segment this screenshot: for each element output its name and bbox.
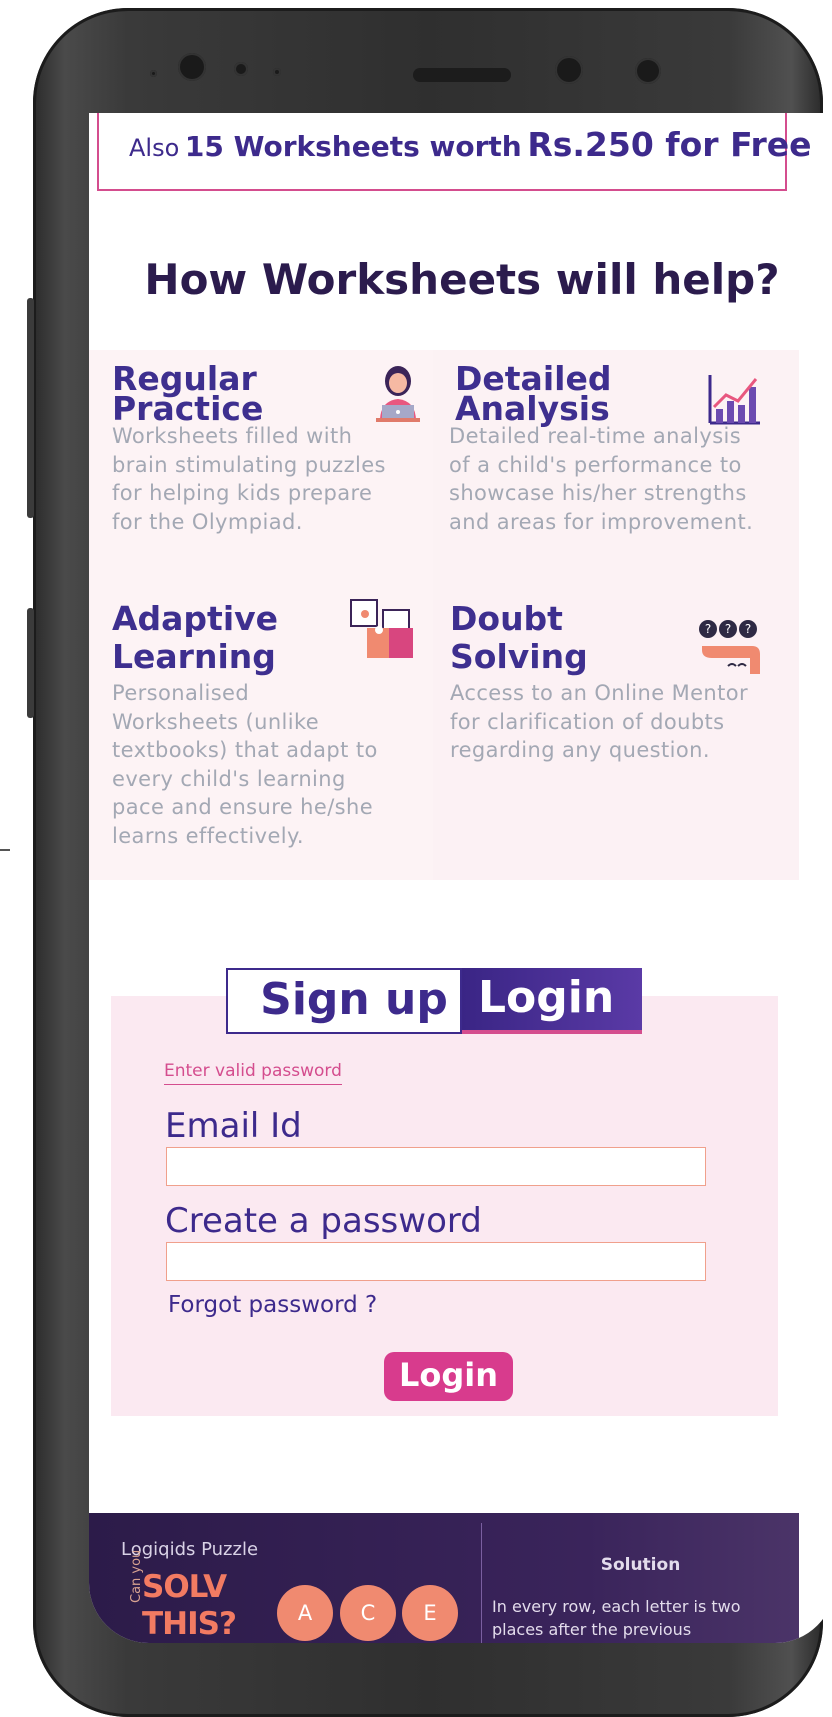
svg-text:?: ?	[725, 622, 731, 636]
feature-card-adaptive-learning: Adaptive Learning Personalised Worksheet…	[89, 599, 433, 880]
svg-text:?: ?	[745, 622, 751, 636]
forgot-password-link[interactable]: Forgot password ?	[168, 1292, 377, 1318]
phone-top-bar	[33, 8, 823, 118]
feature-card-regular-practice: Regular Practice Worksheets filled with …	[89, 350, 433, 600]
tab-signup[interactable]: Sign up	[226, 968, 462, 1034]
auth-tabs: Sign up Login	[226, 968, 642, 1034]
feature-title: Adaptive Learning	[112, 599, 279, 676]
email-field[interactable]	[166, 1147, 706, 1186]
question-bubbles-icon: ? ? ?	[699, 620, 760, 674]
section-title: How Worksheets will help?	[144, 255, 780, 304]
solve-this-heading: SOLV THIS?	[142, 1569, 237, 1642]
login-button[interactable]: Login	[384, 1352, 513, 1401]
growth-chart-icon	[708, 375, 760, 425]
teacher-laptop-icon	[376, 366, 420, 422]
page-edge-mark	[0, 849, 10, 851]
phone-frame: Also 15 Worksheets worth Rs.250 for Free…	[27, 8, 832, 1717]
feature-description: Worksheets filled with brain stimulating…	[112, 424, 386, 534]
puzzle-pieces-icon	[350, 599, 413, 658]
offer-text: Also 15 Worksheets worth Rs.250 for Free	[129, 125, 812, 164]
front-camera-icon	[178, 53, 206, 81]
puzzle-question: Logiqids Puzzle Can you SOLV THIS? A C E	[89, 1513, 482, 1643]
offer-count: 15 Worksheets worth	[184, 130, 522, 163]
feature-description: Access to an Online Mentor for clarifica…	[450, 681, 749, 762]
sensor-icon	[234, 62, 248, 76]
earpiece-speaker	[413, 68, 511, 82]
volume-button	[27, 298, 34, 518]
puzzle-letter: C	[340, 1585, 396, 1641]
puzzle-banner: Logiqids Puzzle Can you SOLV THIS? A C E…	[89, 1513, 799, 1643]
feature-description: Detailed real-time analysis of a child's…	[449, 424, 754, 534]
feature-description: Personalised Worksheets (unlike textbook…	[112, 681, 378, 848]
password-error-message: Enter valid password	[164, 1061, 342, 1085]
feature-title: Detailed Analysis	[455, 359, 612, 428]
camera-icon	[635, 58, 661, 84]
solution-title: Solution	[600, 1555, 681, 1575]
password-label: Create a password	[165, 1201, 482, 1241]
puzzle-divider	[481, 1523, 482, 1643]
puzzle-letter: A	[277, 1585, 333, 1641]
feature-card-doubt-solving: Doubt Solving ? ? ? Access to an Online …	[433, 600, 799, 880]
offer-price: Rs.250 for Free	[527, 125, 812, 164]
solution-text: In every row, each letter is two places …	[492, 1597, 741, 1639]
email-label: Email Id	[165, 1106, 302, 1146]
feature-grid: Regular Practice Worksheets filled with …	[89, 350, 799, 880]
svg-text:?: ?	[705, 622, 711, 636]
feature-card-detailed-analysis: Detailed Analysis Detailed real-time ana…	[433, 350, 799, 600]
phone-screen: Also 15 Worksheets worth Rs.250 for Free…	[89, 113, 832, 1643]
offer-banner: Also 15 Worksheets worth Rs.250 for Free	[97, 113, 812, 191]
sensor-icon	[273, 68, 281, 76]
password-field[interactable]	[166, 1242, 706, 1281]
tab-login[interactable]: Login	[462, 968, 642, 1034]
feature-title: Regular Practice	[112, 359, 264, 428]
sensor-icon	[150, 70, 157, 77]
camera-icon	[555, 56, 583, 84]
side-button	[27, 608, 34, 718]
offer-prefix: Also	[129, 134, 180, 162]
puzzle-letter: E	[402, 1585, 458, 1641]
feature-title: Doubt Solving	[450, 599, 588, 676]
